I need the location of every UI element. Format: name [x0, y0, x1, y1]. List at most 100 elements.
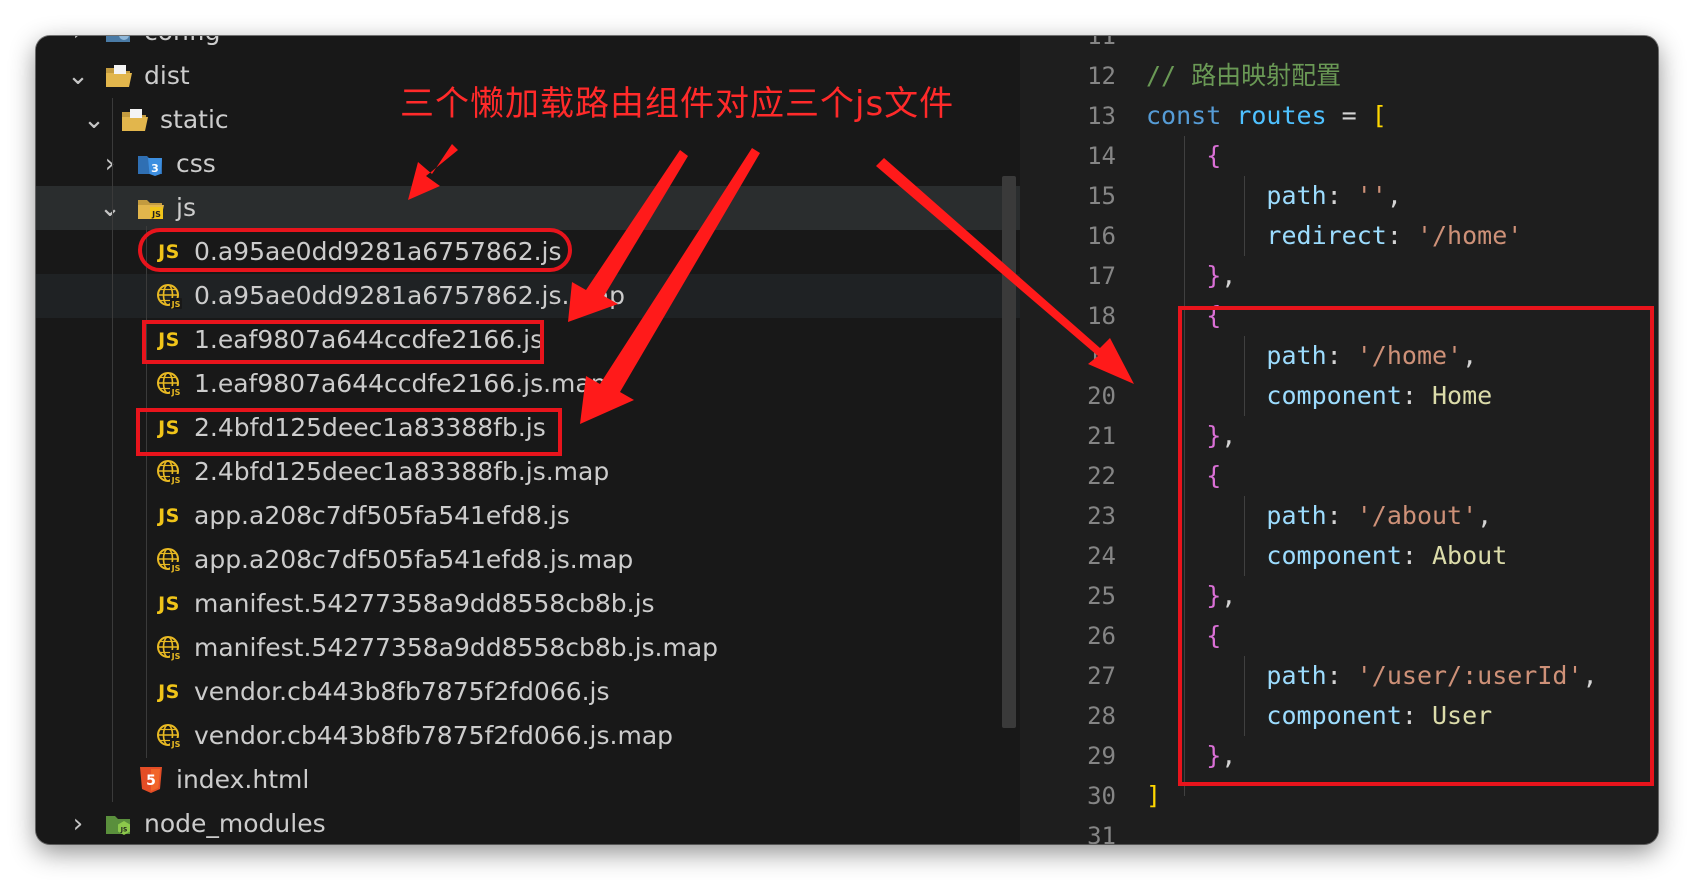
tree-item[interactable]: JS manifest.54277358a9dd8558cb8b.js.map: [36, 626, 1020, 670]
highlight-box-file-0: [138, 228, 572, 272]
tree-item-label: app.a208c7df505fa541efd8.js.map: [194, 545, 634, 574]
line-number: 20: [1087, 382, 1116, 410]
highlight-box-file-1: [142, 320, 544, 364]
line-number: 15: [1087, 182, 1116, 210]
chevron-down-icon[interactable]: ⌄: [98, 186, 122, 230]
chevron-right-icon[interactable]: ›: [98, 142, 122, 186]
code-token: ,: [1221, 261, 1237, 290]
code-token: :: [1326, 181, 1357, 210]
line-number: 23: [1087, 502, 1116, 530]
folder-open-icon: [120, 106, 150, 134]
code-line: 16 redirect: '/home': [1020, 216, 1658, 256]
line-number: 29: [1087, 742, 1116, 770]
tree-item[interactable]: › JS node_modules: [36, 802, 1020, 844]
code-text: },: [1146, 256, 1236, 296]
tree-item[interactable]: JS vendor.cb443b8fb7875f2fd066.js: [36, 670, 1020, 714]
code-line: 14 {: [1020, 136, 1658, 176]
highlight-box-file-2: [136, 408, 562, 456]
line-number: 16: [1087, 222, 1116, 250]
code-line: 17 },: [1020, 256, 1658, 296]
tree-item[interactable]: ⌄ JS js: [36, 186, 1020, 230]
js-file-icon: JS: [154, 502, 184, 530]
globe-map-icon: JS: [154, 546, 184, 574]
tree-item[interactable]: JS 2.4bfd125deec1a83388fb.js.map: [36, 450, 1020, 494]
code-token: ,: [1386, 181, 1402, 210]
tree-item-label: vendor.cb443b8fb7875f2fd066.js.map: [194, 721, 674, 750]
code-token: '': [1356, 181, 1387, 210]
explorer-scrollbar-thumb[interactable]: [1002, 176, 1016, 728]
svg-text:JS: JS: [151, 210, 161, 219]
line-number: 14: [1087, 142, 1116, 170]
chevron-down-icon[interactable]: ⌄: [82, 98, 106, 142]
globe-map-icon: JS: [154, 282, 184, 310]
globe-map-icon: JS: [154, 722, 184, 750]
js-file-icon-text: JS: [158, 505, 180, 527]
svg-text:JS: JS: [171, 740, 181, 749]
code-line: 11: [1020, 36, 1658, 56]
tree-item[interactable]: JS vendor.cb443b8fb7875f2fd066.js.map: [36, 714, 1020, 758]
chevron-down-icon[interactable]: ⌄: [66, 54, 90, 98]
code-token: path: [1146, 181, 1327, 210]
tree-item[interactable]: JS app.a208c7df505fa541efd8.js: [36, 494, 1020, 538]
code-token: [: [1371, 101, 1387, 130]
line-number: 17: [1087, 262, 1116, 290]
chevron-right-icon[interactable]: ›: [66, 802, 90, 844]
code-token: :: [1386, 221, 1417, 250]
tree-item-label: vendor.cb443b8fb7875f2fd066.js: [194, 677, 610, 706]
tree-item-label: 2.4bfd125deec1a83388fb.js.map: [194, 457, 610, 486]
tree-item-label: index.html: [176, 765, 310, 794]
tree-item[interactable]: JS 0.a95ae0dd9281a6757862.js.map: [36, 274, 1020, 318]
svg-text:JS: JS: [171, 476, 181, 485]
indent-guide: [146, 226, 147, 758]
globe-map-icon: JS: [154, 458, 184, 486]
code-text: ]: [1146, 776, 1161, 816]
line-number: 19: [1087, 342, 1116, 370]
globe-map-icon: JS: [154, 370, 184, 398]
tree-item-label: static: [160, 105, 229, 134]
line-number: 24: [1087, 542, 1116, 570]
svg-text:JS: JS: [171, 564, 181, 573]
globe-map-icon: JS: [154, 634, 184, 662]
code-token: routes: [1236, 101, 1327, 130]
svg-text:3: 3: [151, 162, 159, 175]
line-number: 25: [1087, 582, 1116, 610]
js-file-icon: JS: [154, 678, 184, 706]
tree-item[interactable]: JS 1.eaf9807a644ccdfe2166.js.map: [36, 362, 1020, 406]
chevron-right-icon[interactable]: ›: [66, 36, 90, 54]
tree-item-label: js: [176, 193, 196, 222]
tree-item[interactable]: › 3 css: [36, 142, 1020, 186]
node-folder-icon: JS: [104, 810, 134, 838]
tree-item[interactable]: › config: [36, 36, 1020, 54]
tree-item-label: app.a208c7df505fa541efd8.js: [194, 501, 570, 530]
code-token: ]: [1146, 781, 1162, 810]
code-token: const: [1146, 101, 1237, 130]
tree-item-label: 0.a95ae0dd9281a6757862.js.map: [194, 281, 626, 310]
svg-text:JS: JS: [120, 827, 128, 834]
tree-item[interactable]: JS app.a208c7df505fa541efd8.js.map: [36, 538, 1020, 582]
js-file-icon-text: JS: [158, 681, 180, 703]
line-number: 18: [1087, 302, 1116, 330]
code-token: // 路由映射配置: [1146, 61, 1342, 90]
line-number: 26: [1087, 622, 1116, 650]
js-file-icon: JS: [154, 590, 184, 618]
svg-text:5: 5: [146, 773, 156, 789]
gear-folder-icon: [104, 36, 134, 46]
line-number: 31: [1087, 822, 1116, 844]
tree-item-label: node_modules: [144, 809, 326, 838]
tree-item[interactable]: JS manifest.54277358a9dd8558cb8b.js: [36, 582, 1020, 626]
tree-item-label: 1.eaf9807a644ccdfe2166.js.map: [194, 369, 607, 398]
line-number: 28: [1087, 702, 1116, 730]
js-folder-icon: JS: [136, 194, 166, 222]
code-token: redirect: [1146, 221, 1387, 250]
tree-item[interactable]: 5 index.html: [36, 758, 1020, 802]
code-line: 31: [1020, 816, 1658, 844]
svg-text:JS: JS: [171, 652, 181, 661]
annotation-text: 三个懒加载路由组件对应三个js文件: [400, 84, 955, 124]
code-token: '/home': [1416, 221, 1523, 250]
highlight-box-routes: [1178, 306, 1654, 786]
line-number: 27: [1087, 662, 1116, 690]
tree-item-label: manifest.54277358a9dd8558cb8b.js.map: [194, 633, 719, 662]
line-number: 21: [1087, 422, 1116, 450]
tree-item-label: config: [144, 36, 221, 54]
code-text: // 路由映射配置: [1146, 56, 1341, 96]
